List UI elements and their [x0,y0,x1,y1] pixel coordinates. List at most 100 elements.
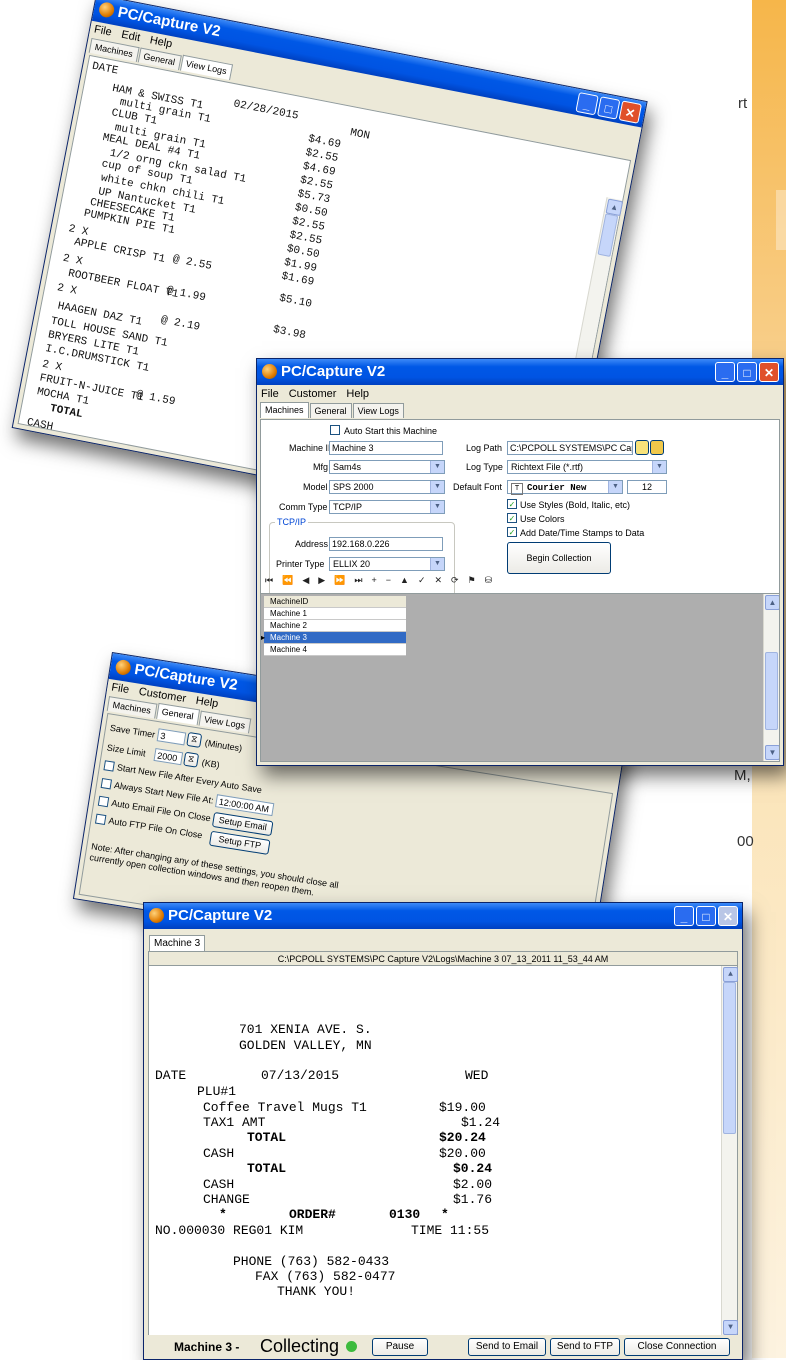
menu-help[interactable]: Help [195,695,219,710]
receipt-item: Coffee Travel Mugs T1 [203,1100,367,1115]
nav-button-icon[interactable]: + [372,575,377,586]
table-row-selected[interactable]: ▶ Machine 3 [261,632,406,644]
pause-button[interactable]: Pause [372,1338,428,1356]
menu-file[interactable]: File [111,681,130,696]
nav-button-icon[interactable]: ⏭ [354,575,362,586]
cut-off-text-1: rt [738,95,748,112]
mfg-label: Mfg [313,462,329,472]
maximize-button[interactable]: □ [737,362,757,382]
scroll-down-icon[interactable]: ▼ [765,745,779,760]
menu-edit[interactable]: Edit [120,29,141,44]
table-row[interactable]: Machine 1 [264,608,406,620]
auto-ftp-checkbox[interactable] [94,813,107,826]
close-button[interactable]: ✕ [759,362,779,382]
scroll-up-icon[interactable]: ▲ [765,595,779,610]
auto-start-checkbox[interactable] [330,425,340,435]
menu-file[interactable]: File [261,388,279,400]
log-line: * [51,454,60,468]
minimize-button[interactable]: _ [715,362,735,382]
minimize-button[interactable]: _ [674,906,694,926]
printer-type-dropdown[interactable]: ELLIX 20 ▼ [329,557,445,571]
table-row[interactable]: Machine 2 [264,620,406,632]
model-dropdown[interactable]: SPS 2000 ▼ [329,480,445,494]
send-to-ftp-button[interactable]: Send to FTP [550,1338,620,1356]
nav-button-icon[interactable]: ▲ [400,575,409,586]
receipt-view[interactable]: 701 XENIA AVE. S. GOLDEN VALLEY, MN DATE… [148,965,738,1337]
machines-table: MachineID Machine 1 Machine 2 ▶ Machine 3… [261,596,406,656]
comm-type-dropdown[interactable]: TCP/IP ▼ [329,500,445,514]
use-colors-checkbox[interactable]: ✓ [507,513,517,523]
nav-button-icon[interactable]: ⏩ [334,575,345,586]
menu-bar: File Customer Help [257,385,783,402]
open-folder-icon[interactable] [650,440,664,455]
tab-view-logs[interactable]: View Logs [352,403,404,418]
tcpip-group-label: TCP/IP [275,517,309,527]
nav-button-icon[interactable]: ✓ [418,575,426,586]
nav-button-icon[interactable]: ⚑ [468,575,476,586]
menu-customer[interactable]: Customer [289,388,337,400]
status-indicator-icon [346,1341,357,1352]
log-path-label: Log Path [466,443,503,453]
machine-id-input[interactable]: Machine 3 [329,441,443,455]
cut-off-text-3: M, [734,767,751,784]
scroll-thumb[interactable] [765,652,778,730]
table-row[interactable]: Machine 4 [264,644,406,656]
use-styles-checkbox[interactable]: ✓ [507,499,517,509]
scroll-down-icon[interactable]: ▼ [723,1320,738,1335]
nav-button-icon[interactable]: ⟳ [451,575,459,586]
close-button[interactable]: ✕ [618,100,643,124]
start-new-file-checkbox[interactable] [103,760,115,772]
font-dropdown[interactable]: T Courier New ▼ [507,480,623,495]
menu-file[interactable]: File [93,23,113,38]
log-type-dropdown[interactable]: Richtext File (*.rtf) ▼ [507,460,667,474]
status-machine: Machine 3 - [174,1340,240,1354]
receipt-order: 0130 [389,1207,421,1222]
receipt-scrollbar[interactable]: ▲ ▼ [721,966,738,1336]
log-line: 0129 [183,506,212,524]
receipt-total2: $0.24 [453,1161,493,1176]
nav-button-icon[interactable]: ⛁ [485,575,493,586]
save-timer-input[interactable]: 3 [156,728,187,746]
tab-machine-3[interactable]: Machine 3 [149,935,206,952]
receipt-star-1: * [219,1207,227,1222]
size-limit-input[interactable]: 2000 [153,747,184,766]
nav-button-icon[interactable]: ▶ [318,575,325,586]
chevron-down-icon: ▼ [608,481,622,493]
add-stamps-checkbox[interactable]: ✓ [507,527,517,537]
menu-help[interactable]: Help [346,388,369,400]
size-limit-picker-icon[interactable]: ⧖ [183,751,200,768]
scroll-thumb[interactable] [723,982,736,1134]
browse-folder-icon[interactable] [635,440,649,455]
save-timer-label: Save Timer [109,722,156,740]
save-timer-picker-icon[interactable]: ⧖ [186,731,203,748]
nav-button-icon[interactable]: ⏪ [282,575,293,586]
nav-button-icon[interactable]: ◀ [302,575,309,586]
tab-general[interactable]: General [309,403,352,418]
nav-button-icon[interactable]: − [386,575,391,586]
font-size-stepper[interactable]: 12 [627,480,667,494]
send-to-email-button[interactable]: Send to Email [468,1338,546,1356]
maximize-button[interactable]: □ [696,906,716,926]
auto-email-checkbox[interactable] [97,795,110,808]
receipt-total2-label: TOTAL [247,1161,287,1176]
always-start-checkbox[interactable] [100,778,113,790]
receipt-tax-label: TAX1 AMT [203,1115,266,1130]
default-font-label: Default Font [453,482,503,492]
begin-collection-button[interactable]: Begin Collection [507,542,611,574]
tab-machines[interactable]: Machines [260,402,309,418]
record-navigator: ⏮ ⏪ ◀ ▶ ⏩ ⏭ + − ▲ ✓ ✕ ⟳ ⚑ ⛁ [265,575,492,586]
log-path-input[interactable]: C:\PCPOLL SYSTEMS\PC Capture V: [507,441,633,455]
scroll-up-icon[interactable]: ▲ [723,967,738,982]
mfg-dropdown[interactable]: Sam4s ▼ [329,460,445,474]
grid-scrollbar[interactable]: ▲ ▼ [763,594,779,761]
close-button[interactable]: ✕ [718,906,738,926]
scroll-thumb[interactable] [597,213,619,257]
nav-button-icon[interactable]: ⏮ [265,575,273,586]
address-input[interactable]: 192.168.0.226 [329,537,443,551]
close-connection-button[interactable]: Close Connection [624,1338,730,1356]
receipt-change: $1.76 [453,1192,493,1207]
nav-button-icon[interactable]: ✕ [435,575,443,586]
maximize-button[interactable]: □ [596,96,621,120]
font-value: Courier New [527,483,587,493]
minimize-button[interactable]: _ [575,91,599,116]
